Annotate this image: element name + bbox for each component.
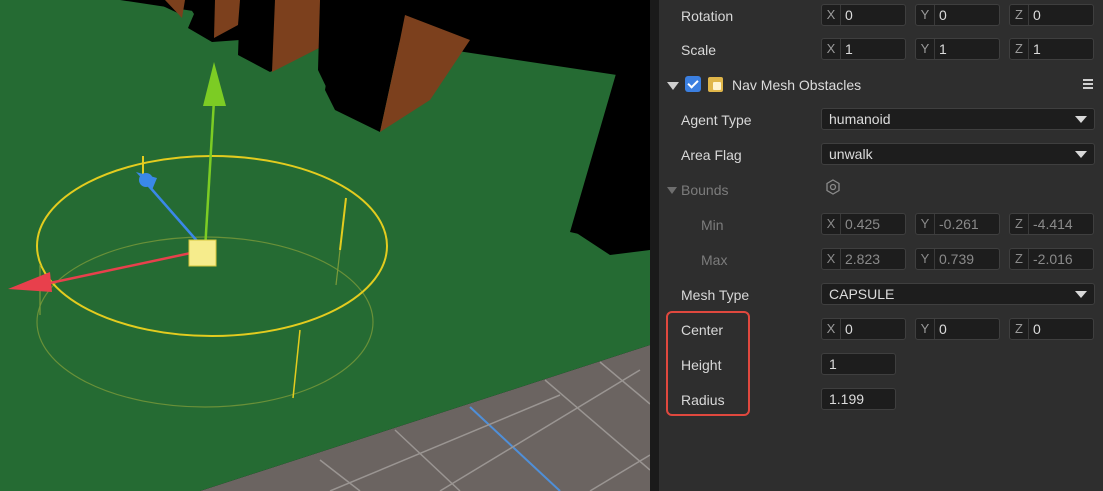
area-flag-label: Area Flag xyxy=(681,147,742,163)
highlight-box xyxy=(666,311,750,416)
component-title: Nav Mesh Obstacles xyxy=(732,77,862,93)
rotation-label: Rotation xyxy=(681,8,734,24)
rotation-y-field[interactable]: Y0 xyxy=(915,4,1000,26)
min-y-field: Y -0.261 xyxy=(915,213,1000,235)
rotation-x-field[interactable]: X0 xyxy=(821,4,906,26)
collapse-triangle-icon[interactable] xyxy=(667,82,679,90)
scale-row: Scale X1 Y1 Z1 xyxy=(659,34,1103,69)
rotation-row: Rotation X0 Y0 Z0 xyxy=(659,0,1103,35)
min-x-field: X 0.425 xyxy=(821,213,906,235)
rotation-z-field[interactable]: Z0 xyxy=(1009,4,1094,26)
script-component-icon xyxy=(708,77,723,92)
min-z-field: Z -4.414 xyxy=(1009,213,1094,235)
radius-field[interactable]: 1.199 xyxy=(821,388,896,410)
bounds-min-row: Min X 0.425 Y -0.261 Z -4.414 xyxy=(659,209,1103,244)
center-x-field[interactable]: X0 xyxy=(821,318,906,340)
dropdown-caret-icon xyxy=(1075,151,1087,158)
height-field[interactable]: 1 xyxy=(821,353,896,375)
min-label: Min xyxy=(701,217,724,233)
max-z-field: Z -2.016 xyxy=(1009,248,1094,270)
bounds-max-row: Max X 2.823 Y 0.739 Z -2.016 xyxy=(659,244,1103,279)
bounds-collapse-icon[interactable] xyxy=(667,187,677,194)
component-menu-icon[interactable] xyxy=(1083,79,1093,89)
max-label: Max xyxy=(701,252,728,268)
scale-x-field[interactable]: X1 xyxy=(821,38,906,60)
max-y-field: Y 0.739 xyxy=(915,248,1000,270)
component-enabled-checkbox[interactable] xyxy=(685,76,701,92)
dropdown-caret-icon xyxy=(1075,291,1087,298)
area-flag-dropdown[interactable]: unwalk xyxy=(821,143,1095,165)
bounds-label: Bounds xyxy=(681,182,729,198)
scene-viewport[interactable] xyxy=(0,0,650,491)
agent-type-label: Agent Type xyxy=(681,112,752,128)
max-x-field: X 2.823 xyxy=(821,248,906,270)
dropdown-caret-icon xyxy=(1075,116,1087,123)
area-flag-row: Area Flag unwalk xyxy=(659,139,1103,174)
agent-type-dropdown[interactable]: humanoid xyxy=(821,108,1095,130)
center-z-field[interactable]: Z0 xyxy=(1009,318,1094,340)
scale-label: Scale xyxy=(681,42,717,58)
center-y-field[interactable]: Y0 xyxy=(915,318,1000,340)
scale-y-field[interactable]: Y1 xyxy=(915,38,1000,60)
scale-z-field[interactable]: Z1 xyxy=(1009,38,1094,60)
panel-divider[interactable] xyxy=(650,0,659,491)
component-header[interactable]: Nav Mesh Obstacles xyxy=(659,70,1103,102)
hexagon-settings-icon[interactable] xyxy=(825,179,841,195)
mesh-type-dropdown[interactable]: CAPSULE xyxy=(821,283,1095,305)
agent-type-row: Agent Type humanoid xyxy=(659,104,1103,139)
mesh-type-row: Mesh Type CAPSULE xyxy=(659,279,1103,314)
bounds-row: Bounds xyxy=(659,174,1103,209)
mesh-type-label: Mesh Type xyxy=(681,287,750,303)
inspector-panel: Rotation X0 Y0 Z0 Scale X1 Y1 Z1 Nav Mes… xyxy=(659,0,1103,491)
